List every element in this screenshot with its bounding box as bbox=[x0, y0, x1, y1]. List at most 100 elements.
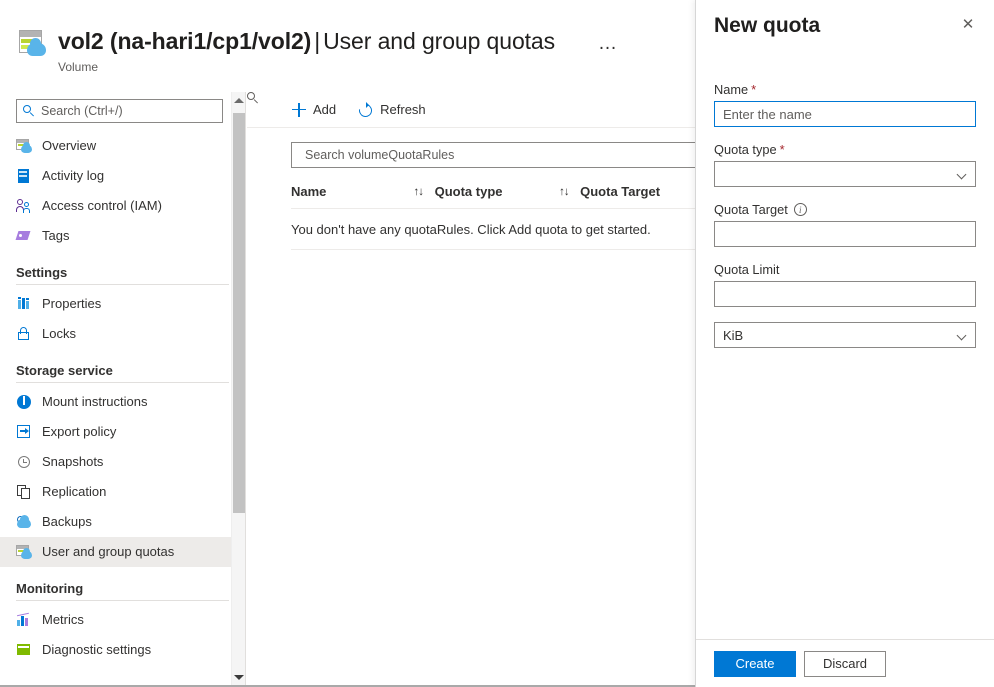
grid-search-input[interactable]: Search volumeQuotaRules bbox=[291, 142, 695, 168]
page-title-separator: | bbox=[311, 28, 323, 54]
panel-title: New quota bbox=[714, 12, 976, 40]
page-title-section: User and group quotas bbox=[323, 28, 555, 54]
sidebar-item-label: Activity log bbox=[42, 168, 104, 184]
label-text: Quota Target bbox=[714, 202, 788, 217]
field-label-name: Name * bbox=[714, 82, 976, 97]
scroll-down-arrow-icon[interactable] bbox=[232, 669, 246, 685]
sidebar-item-label: Backups bbox=[42, 514, 92, 530]
field-quota-target: Quota Target i bbox=[714, 202, 976, 247]
chevron-down-icon bbox=[957, 332, 967, 338]
refresh-button-label: Refresh bbox=[380, 102, 426, 117]
quota-rules-grid: Search volumeQuotaRules Name ↑↓ Quota ty… bbox=[247, 128, 695, 250]
command-toolbar: Add Refresh bbox=[247, 92, 695, 128]
field-label-quota-type: Quota type * bbox=[714, 142, 976, 157]
sidebar-item-locks[interactable]: Locks bbox=[0, 319, 245, 349]
column-header-quota-target[interactable]: Quota Target bbox=[580, 184, 695, 199]
sidebar-item-label: Access control (IAM) bbox=[42, 198, 162, 214]
quota-target-input[interactable] bbox=[714, 221, 976, 247]
azure-portal-blade: vol2 (na-hari1/cp1/vol2)|User and group … bbox=[0, 0, 994, 687]
info-circle-icon bbox=[16, 394, 32, 410]
nav-search-input[interactable]: Search (Ctrl+/) bbox=[16, 99, 223, 123]
chevron-down-icon bbox=[957, 171, 967, 177]
page-title-resource: vol2 (na-hari1/cp1/vol2) bbox=[58, 28, 311, 54]
nav-scrollbar-thumb[interactable] bbox=[233, 113, 245, 513]
sidebar-item-label: User and group quotas bbox=[42, 544, 174, 560]
sidebar-item-access-control[interactable]: Access control (IAM) bbox=[0, 191, 245, 221]
discard-button[interactable]: Discard bbox=[804, 651, 886, 677]
main-content: Add Refresh Search volumeQuotaRules Name… bbox=[247, 92, 695, 685]
sidebar-item-replication[interactable]: Replication bbox=[0, 477, 245, 507]
page-title: vol2 (na-hari1/cp1/vol2)|User and group … bbox=[58, 26, 555, 56]
sidebar-item-export-policy[interactable]: Export policy bbox=[0, 417, 245, 447]
backup-cloud-icon bbox=[16, 514, 32, 530]
page-subtitle: Volume bbox=[58, 60, 555, 74]
label-text: Name bbox=[714, 82, 748, 97]
nav-divider bbox=[16, 600, 229, 601]
sidebar-item-label: Metrics bbox=[42, 612, 84, 628]
name-input[interactable]: Enter the name bbox=[714, 101, 976, 127]
volume-icon bbox=[18, 30, 48, 60]
sidebar-item-diagnostic-settings[interactable]: Diagnostic settings bbox=[0, 635, 245, 665]
sidebar-item-label: Mount instructions bbox=[42, 394, 148, 410]
export-policy-icon bbox=[16, 424, 32, 440]
replication-copy-icon bbox=[16, 484, 32, 500]
sidebar-item-backups[interactable]: Backups bbox=[0, 507, 245, 537]
sidebar-item-label: Export policy bbox=[42, 424, 116, 440]
snapshot-clock-icon bbox=[16, 454, 32, 470]
sidebar-item-metrics[interactable]: Metrics bbox=[0, 605, 245, 635]
info-icon[interactable]: i bbox=[794, 203, 807, 216]
column-header-quota-type[interactable]: Quota type bbox=[435, 184, 559, 199]
grid-empty-state: You don't have any quotaRules. Click Add… bbox=[291, 209, 695, 250]
quota-limit-input[interactable] bbox=[714, 281, 976, 307]
refresh-button[interactable]: Refresh bbox=[358, 102, 426, 118]
grid-header-row: Name ↑↓ Quota type ↑↓ Quota Target bbox=[291, 175, 695, 209]
more-options-icon[interactable]: … bbox=[598, 38, 619, 50]
page-title-row: vol2 (na-hari1/cp1/vol2)|User and group … bbox=[18, 26, 555, 74]
plus-icon bbox=[291, 102, 307, 118]
left-navigation: Search (Ctrl+/) « Overview Activity log … bbox=[0, 92, 246, 685]
quota-type-select[interactable] bbox=[714, 161, 976, 187]
sidebar-item-activity-log[interactable]: Activity log bbox=[0, 161, 245, 191]
column-header-name[interactable]: Name bbox=[291, 184, 414, 199]
sidebar-item-mount-instructions[interactable]: Mount instructions bbox=[0, 387, 245, 417]
access-control-icon bbox=[16, 198, 32, 214]
scroll-up-arrow-icon[interactable] bbox=[232, 92, 246, 108]
field-quota-limit: Quota Limit bbox=[714, 262, 976, 307]
field-label-quota-limit: Quota Limit bbox=[714, 262, 976, 277]
quota-unit-value: KiB bbox=[723, 328, 743, 343]
close-icon[interactable]: ✕ bbox=[956, 12, 980, 36]
tags-icon bbox=[16, 228, 32, 244]
label-text: Quota Limit bbox=[714, 262, 779, 277]
nav-group-settings-title: Settings bbox=[0, 251, 245, 284]
nav-list: Overview Activity log Access control (IA… bbox=[0, 131, 245, 665]
properties-icon bbox=[16, 296, 32, 312]
overview-icon bbox=[16, 138, 32, 154]
sidebar-item-label: Overview bbox=[42, 138, 96, 154]
sidebar-item-snapshots[interactable]: Snapshots bbox=[0, 447, 245, 477]
sort-toggle-icon-quota-type[interactable]: ↑↓ bbox=[559, 186, 580, 198]
sidebar-item-overview[interactable]: Overview bbox=[0, 131, 245, 161]
panel-header: New quota ✕ bbox=[696, 0, 994, 50]
nav-group-storage-service-title: Storage service bbox=[0, 349, 245, 382]
sidebar-item-label: Locks bbox=[42, 326, 76, 342]
panel-footer: Create Discard bbox=[696, 639, 994, 687]
add-quota-button[interactable]: Add bbox=[291, 102, 336, 118]
sort-toggle-icon-name[interactable]: ↑↓ bbox=[414, 186, 435, 198]
sidebar-item-user-and-group-quotas[interactable]: User and group quotas bbox=[0, 537, 245, 567]
name-input-placeholder: Enter the name bbox=[723, 107, 812, 122]
quota-unit-select[interactable]: KiB bbox=[714, 322, 976, 348]
create-button[interactable]: Create bbox=[714, 651, 796, 677]
new-quota-panel: New quota ✕ Name * Enter the name Quota … bbox=[695, 0, 994, 687]
nav-search-row: Search (Ctrl+/) « bbox=[0, 92, 245, 131]
sidebar-item-tags[interactable]: Tags bbox=[0, 221, 245, 251]
nav-scrollbar[interactable] bbox=[231, 92, 245, 685]
search-icon bbox=[23, 105, 36, 118]
nav-search-placeholder: Search (Ctrl+/) bbox=[41, 104, 123, 118]
field-quota-type: Quota type * bbox=[714, 142, 976, 187]
field-name: Name * Enter the name bbox=[714, 82, 976, 127]
activity-log-icon bbox=[16, 168, 32, 184]
lock-icon bbox=[16, 326, 32, 342]
blade-header: vol2 (na-hari1/cp1/vol2)|User and group … bbox=[0, 0, 695, 92]
sidebar-item-properties[interactable]: Properties bbox=[0, 289, 245, 319]
nav-divider bbox=[16, 284, 229, 285]
